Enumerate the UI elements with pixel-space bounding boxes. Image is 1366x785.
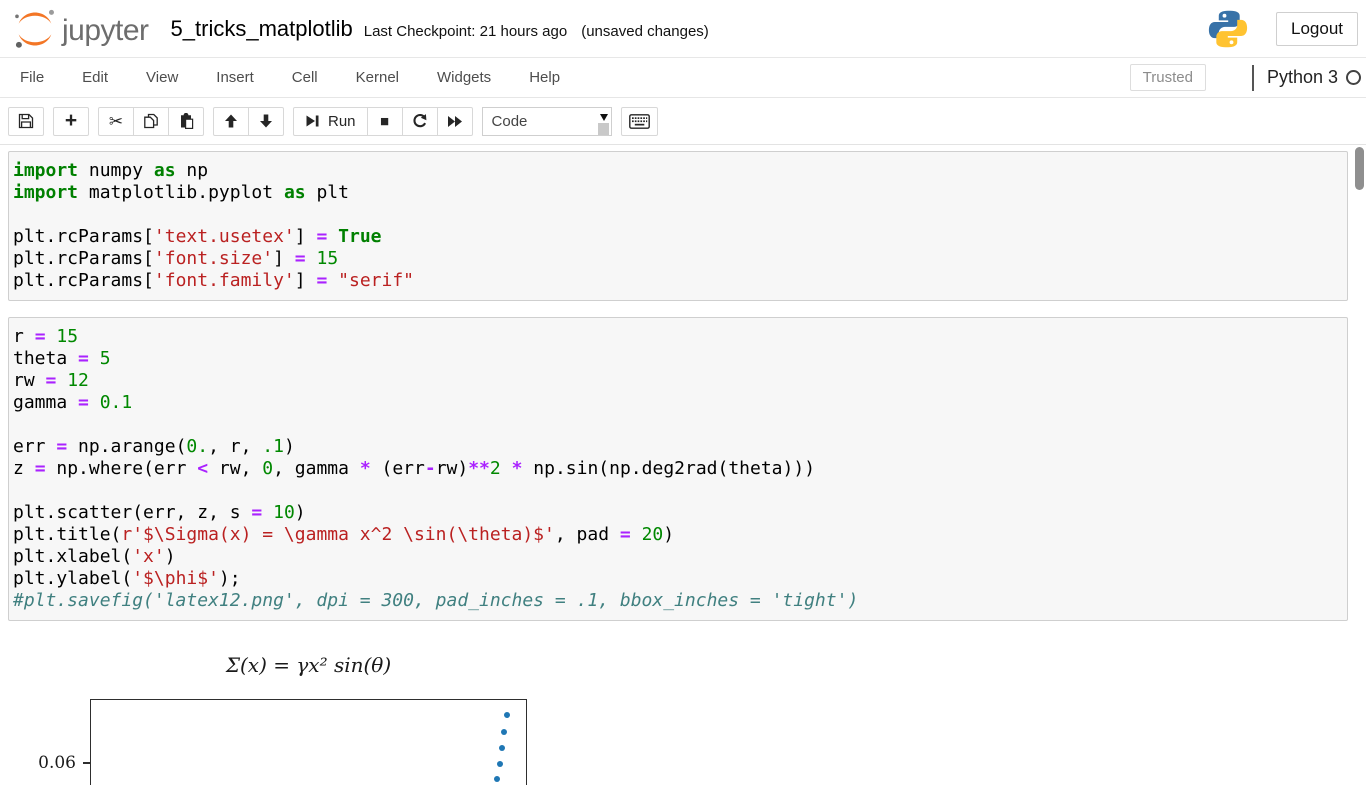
plot-title: Σ(x) = γx² sin(θ) xyxy=(90,653,527,677)
code-line: gamma = 0.1 xyxy=(13,392,1343,414)
dropdown-arrow-icon xyxy=(600,114,608,121)
menu-item-widgets[interactable]: Widgets xyxy=(418,58,510,97)
restart-kernel-button[interactable] xyxy=(402,107,438,136)
checkpoint-status: Last Checkpoint: 21 hours ago xyxy=(364,23,567,40)
autosave-status: (unsaved changes) xyxy=(581,23,709,40)
fast-forward-icon xyxy=(447,114,463,129)
jupyter-logo[interactable]: jupyter xyxy=(12,6,149,52)
run-button-label: Run xyxy=(328,113,356,130)
code-line: import matplotlib.pyplot as plt xyxy=(13,182,1343,204)
cut-cell-button[interactable]: ✂ xyxy=(98,107,134,136)
save-icon xyxy=(18,113,34,129)
plot-output: Σ(x) = γx² sin(θ) 0.06 xyxy=(8,637,1348,784)
code-cell-2: r = 15theta = 5rw = 12gamma = 0.1 err = … xyxy=(8,317,1348,621)
kernel-separator xyxy=(1252,65,1254,91)
paste-icon xyxy=(178,113,194,129)
copy-cell-button[interactable] xyxy=(133,107,169,136)
toolbar: + ✂ xyxy=(0,98,1366,145)
kernel-name: Python 3 xyxy=(1267,67,1338,88)
stop-icon: ■ xyxy=(380,114,389,129)
header-bar: jupyter 5_tricks_matplotlib Last Checkpo… xyxy=(0,0,1366,57)
code-cell-1: import numpy as npimport matplotlib.pypl… xyxy=(8,151,1348,301)
menubar: FileEditViewInsertCellKernelWidgetsHelp … xyxy=(0,57,1366,98)
code-line: plt.ylabel('$\phi$'); xyxy=(13,568,1343,590)
menu: FileEditViewInsertCellKernelWidgetsHelp xyxy=(1,58,579,97)
menu-item-edit[interactable]: Edit xyxy=(63,58,127,97)
scissors-icon: ✂ xyxy=(109,113,123,130)
code-line: plt.scatter(err, z, s = 10) xyxy=(13,502,1343,524)
add-cell-button[interactable]: + xyxy=(53,107,89,136)
interrupt-kernel-button[interactable]: ■ xyxy=(367,107,403,136)
keyboard-icon xyxy=(629,114,650,129)
plus-icon: + xyxy=(65,110,77,131)
jupyter-logo-icon xyxy=(12,6,58,52)
menu-item-view[interactable]: View xyxy=(127,58,197,97)
dropdown-scroll-thumb xyxy=(598,123,609,135)
code-line: plt.xlabel('x') xyxy=(13,546,1343,568)
code-line: plt.rcParams['font.size'] = 15 xyxy=(13,248,1343,270)
copy-icon xyxy=(143,113,159,129)
restart-icon xyxy=(412,113,428,129)
cell-input-area[interactable]: import numpy as npimport matplotlib.pypl… xyxy=(8,151,1348,301)
plot-ytick-mark xyxy=(83,762,90,764)
command-palette-button[interactable] xyxy=(621,107,658,136)
menu-item-kernel[interactable]: Kernel xyxy=(337,58,418,97)
plot-ytick-label: 0.06 xyxy=(22,753,76,773)
step-forward-icon xyxy=(305,113,320,129)
plot-frame xyxy=(90,699,527,785)
save-button[interactable] xyxy=(8,107,44,136)
code-line: plt.title(r'$\Sigma(x) = \gamma x^2 \sin… xyxy=(13,524,1343,546)
scatter-point xyxy=(501,729,507,735)
code-line: import numpy as np xyxy=(13,160,1343,182)
notebook-title[interactable]: 5_tricks_matplotlib xyxy=(171,16,353,42)
menu-item-file[interactable]: File xyxy=(1,58,63,97)
scatter-point xyxy=(497,761,503,767)
jupyter-logo-text: jupyter xyxy=(62,14,149,48)
kernel-idle-indicator-icon xyxy=(1346,70,1361,85)
arrow-down-icon xyxy=(258,113,274,129)
python-logo-icon xyxy=(1206,7,1250,51)
notebook-area: import numpy as npimport matplotlib.pypl… xyxy=(0,145,1366,784)
cell-type-value: Code xyxy=(492,113,528,130)
cell-input-area[interactable]: r = 15theta = 5rw = 12gamma = 0.1 err = … xyxy=(8,317,1348,621)
menu-item-help[interactable]: Help xyxy=(510,58,579,97)
notebook-scrollbar[interactable] xyxy=(1355,147,1364,190)
move-cell-down-button[interactable] xyxy=(248,107,284,136)
trusted-badge[interactable]: Trusted xyxy=(1130,64,1206,91)
code-line: r = 15 xyxy=(13,326,1343,348)
restart-run-all-button[interactable] xyxy=(437,107,473,136)
arrow-up-icon xyxy=(223,113,239,129)
scatter-point xyxy=(494,776,500,782)
code-line: theta = 5 xyxy=(13,348,1343,370)
code-line: rw = 12 xyxy=(13,370,1343,392)
code-line xyxy=(13,204,1343,226)
cell-type-select[interactable]: Code xyxy=(482,107,612,136)
menu-item-cell[interactable]: Cell xyxy=(273,58,337,97)
code-line: z = np.where(err < rw, 0, gamma * (err-r… xyxy=(13,458,1343,480)
scatter-point xyxy=(504,712,510,718)
code-line: #plt.savefig('latex12.png', dpi = 300, p… xyxy=(13,590,1343,612)
code-line: err = np.arange(0., r, .1) xyxy=(13,436,1343,458)
code-line: plt.rcParams['font.family'] = "serif" xyxy=(13,270,1343,292)
move-cell-up-button[interactable] xyxy=(213,107,249,136)
run-button[interactable]: Run xyxy=(293,107,368,136)
paste-cell-button[interactable] xyxy=(168,107,204,136)
logout-button[interactable]: Logout xyxy=(1276,12,1358,46)
code-line xyxy=(13,414,1343,436)
scatter-point xyxy=(499,745,505,751)
menu-item-insert[interactable]: Insert xyxy=(197,58,273,97)
code-line: plt.rcParams['text.usetex'] = True xyxy=(13,226,1343,248)
code-line xyxy=(13,480,1343,502)
